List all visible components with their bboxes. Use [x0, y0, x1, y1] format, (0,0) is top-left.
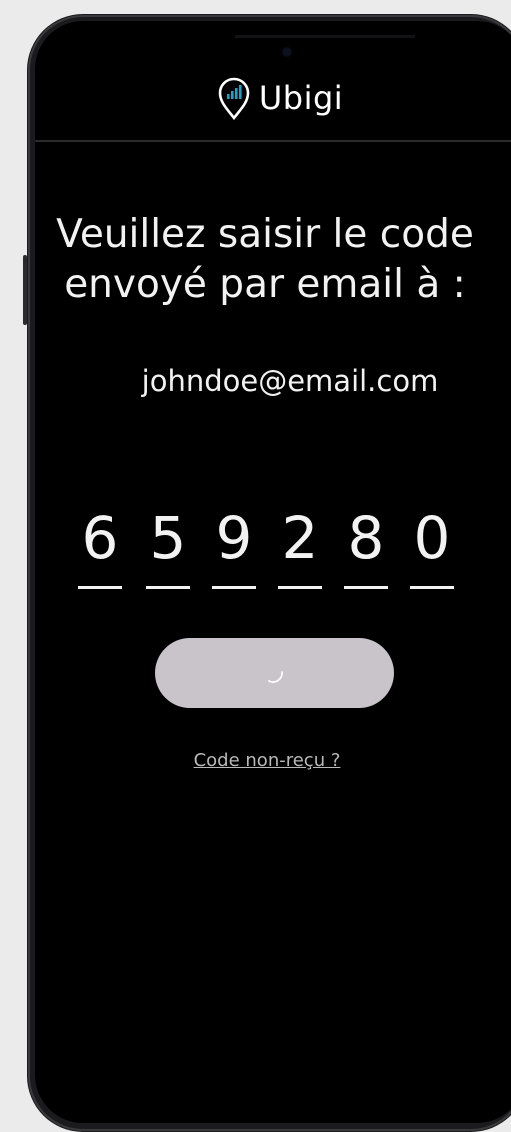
- instruction-text: Veuillez saisir le code envoyé par email…: [40, 210, 490, 310]
- code-digit-field[interactable]: 5: [144, 500, 192, 596]
- code-digit-underline: [344, 586, 388, 589]
- header-divider: [35, 140, 511, 142]
- code-digit-value: 5: [149, 504, 187, 572]
- submit-code-button[interactable]: [155, 638, 394, 708]
- verification-code-input[interactable]: 6 5 9 2 8 0: [76, 500, 460, 600]
- app-header: Ubigi: [35, 58, 511, 138]
- instruction-line-2: envoyé par email à :: [64, 262, 466, 307]
- code-digit-field[interactable]: 0: [408, 500, 456, 596]
- code-digit-underline: [410, 586, 454, 589]
- code-digit-field[interactable]: 6: [76, 500, 124, 596]
- code-digit-value: 2: [281, 504, 319, 572]
- front-camera-icon: [283, 48, 291, 56]
- code-digit-underline: [212, 586, 256, 589]
- code-digit-underline: [78, 586, 122, 589]
- loading-spinner-icon: [268, 671, 283, 683]
- recipient-email: johndoe@email.com: [141, 364, 439, 398]
- code-digit-value: 8: [347, 504, 385, 572]
- code-digit-value: 0: [413, 504, 451, 572]
- code-digit-value: 9: [215, 504, 253, 572]
- code-digit-value: 6: [81, 504, 119, 572]
- brand-logo-text: Ubigi: [258, 79, 344, 117]
- top-sensor-strip: [235, 35, 415, 38]
- code-digit-underline: [146, 586, 190, 589]
- resend-code-link[interactable]: Code non-reçu ?: [170, 750, 364, 771]
- code-digit-field[interactable]: 2: [276, 500, 324, 596]
- code-digit-underline: [278, 586, 322, 589]
- code-digit-field[interactable]: 8: [342, 500, 390, 596]
- instruction-line-1: Veuillez saisir le code: [56, 212, 474, 257]
- code-digit-field[interactable]: 9: [210, 500, 258, 596]
- location-pin-signal-icon: [218, 77, 250, 120]
